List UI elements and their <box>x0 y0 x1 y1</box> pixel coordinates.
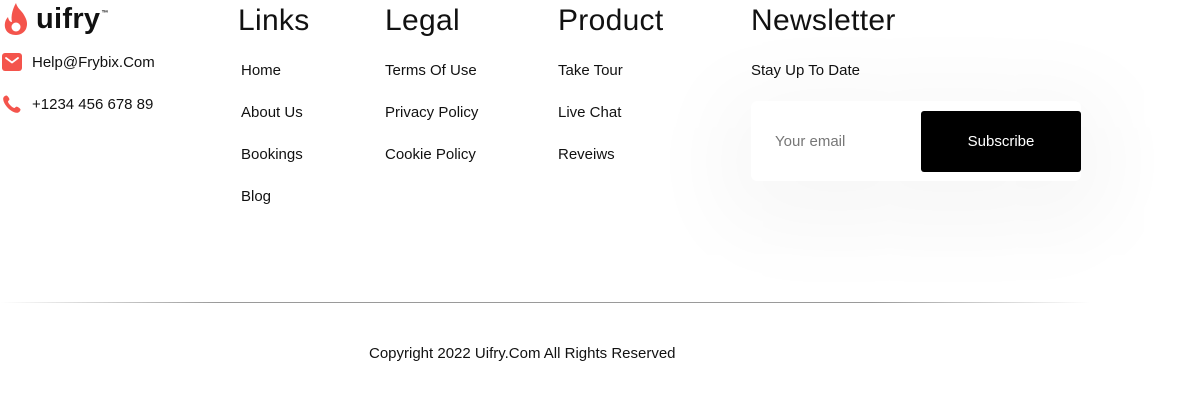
phone-icon <box>3 95 21 113</box>
contact-phone[interactable]: +1234 456 678 89 <box>2 94 153 114</box>
contact-phone-text: +1234 456 678 89 <box>32 95 154 113</box>
brand-name: uifry <box>36 2 101 35</box>
subscribe-button[interactable]: Subscribe <box>921 111 1081 172</box>
contact-email[interactable]: Help@Frybix.Com <box>2 52 155 72</box>
flame-icon <box>4 3 28 35</box>
contact-email-text: Help@Frybix.Com <box>32 53 155 71</box>
link-reviews[interactable]: Reveiws <box>558 146 615 163</box>
legal-title: Legal <box>385 4 460 37</box>
email-input[interactable] <box>751 111 919 171</box>
link-bookings[interactable]: Bookings <box>241 146 303 163</box>
brand-logo[interactable]: uifry ™ <box>2 2 108 36</box>
link-about-us[interactable]: About Us <box>241 104 303 121</box>
link-terms-of-use[interactable]: Terms Of Use <box>385 62 477 79</box>
mail-icon <box>2 53 22 71</box>
product-column: Product Take Tour Live Chat Reveiws <box>558 4 664 163</box>
link-take-tour[interactable]: Take Tour <box>558 62 623 79</box>
links-column: Links Home About Us Bookings Blog <box>238 4 310 205</box>
footer-divider <box>0 302 1090 303</box>
copyright-text: Copyright 2022 Uifry.Com All Rights Rese… <box>369 345 676 362</box>
links-title: Links <box>238 4 310 37</box>
footer-page: uifry ™ Help@Frybix.Com +1234 456 678 89… <box>0 0 1183 407</box>
link-privacy-policy[interactable]: Privacy Policy <box>385 104 478 121</box>
link-cookie-policy[interactable]: Cookie Policy <box>385 146 476 163</box>
product-title: Product <box>558 4 664 37</box>
brand-trademark: ™ <box>101 10 109 17</box>
link-home[interactable]: Home <box>241 62 281 79</box>
newsletter-form: Subscribe <box>751 101 1081 181</box>
newsletter-title: Newsletter <box>751 4 896 37</box>
newsletter-column: Newsletter Stay Up To Date <box>751 4 896 79</box>
link-blog[interactable]: Blog <box>241 188 271 205</box>
legal-column: Legal Terms Of Use Privacy Policy Cookie… <box>385 4 478 163</box>
newsletter-subtitle: Stay Up To Date <box>751 62 860 79</box>
link-live-chat[interactable]: Live Chat <box>558 104 621 121</box>
